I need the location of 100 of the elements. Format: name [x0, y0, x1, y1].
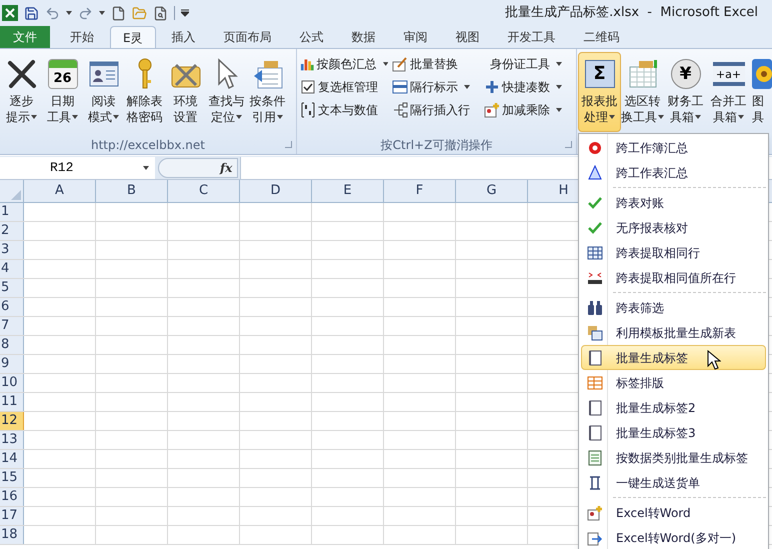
menu-item[interactable]: Excel转Word [581, 500, 766, 525]
checkbox-icon [300, 79, 316, 95]
save-icon[interactable] [24, 6, 39, 20]
key-icon [136, 58, 154, 90]
ribbon-small-button[interactable]: 快捷凑数 [482, 77, 574, 97]
ribbon-small-button[interactable]: 隔行标示 [390, 77, 482, 97]
row-header[interactable]: 18 [0, 526, 24, 544]
row-header[interactable]: 10 [0, 374, 24, 392]
ribbon-button[interactable]: 阅读 模式 [83, 52, 124, 132]
column-header[interactable]: E [312, 180, 384, 202]
ribbon-tab[interactable]: 数据 [338, 26, 390, 48]
ribbon-tab[interactable]: 插入 [158, 26, 210, 48]
document-arrow-icon [587, 530, 603, 546]
menu-item[interactable]: 批量生成标签 [581, 345, 766, 370]
redo-icon[interactable] [78, 6, 93, 20]
ribbon-tab[interactable]: E灵 [110, 26, 156, 48]
column-header[interactable]: C [168, 180, 240, 202]
dialog-launcher-icon[interactable] [565, 141, 572, 148]
ribbon-tab[interactable]: 开始 [56, 26, 108, 48]
ribbon-small-button[interactable]: 加减乘除 [482, 100, 574, 120]
menu-item[interactable]: 按数据类别批量生成标签 [581, 445, 766, 470]
page-icon [587, 350, 603, 366]
row-header[interactable]: 2 [0, 222, 24, 240]
ribbon-button[interactable]: ¥ 财务工 具箱 [664, 52, 707, 132]
ribbon-button[interactable]: 26 日期 工具 [42, 52, 83, 132]
row-header[interactable]: 3 [0, 241, 24, 259]
ribbon-tab[interactable]: 二维码 [570, 26, 634, 48]
row-header[interactable]: 16 [0, 488, 24, 506]
caret-icon [143, 166, 149, 170]
print-preview-icon[interactable] [153, 6, 168, 20]
column-header[interactable]: D [240, 180, 312, 202]
customize-caret-icon[interactable] [181, 9, 189, 17]
row-header[interactable]: 8 [0, 336, 24, 354]
ribbon-tab[interactable]: 页面布局 [210, 26, 286, 48]
ribbon-button[interactable]: 查找与 定位 [206, 52, 247, 132]
name-box[interactable]: R12 [0, 156, 155, 178]
cross-icon [6, 59, 36, 89]
cursor-icon [707, 350, 721, 370]
row-header[interactable]: 1 [0, 203, 24, 221]
row-header[interactable]: 13 [0, 431, 24, 449]
template-icon [587, 324, 603, 340]
menu-item[interactable]: 跨表提取相同行 [581, 240, 766, 265]
ribbon-tab[interactable]: 开发工具 [494, 26, 570, 48]
row-header[interactable]: 17 [0, 507, 24, 525]
menu-item[interactable]: 跨表筛选 [581, 295, 766, 320]
menu-item[interactable]: 跨工作簿汇总 [581, 135, 766, 160]
menu-item[interactable]: 一键生成送货单 [581, 470, 766, 495]
ribbon-button[interactable]: 解除表 格密码 [124, 52, 165, 132]
ribbon-tab[interactable]: 文件 [0, 26, 50, 48]
menu-item[interactable]: 无序报表核对 [581, 215, 766, 240]
caret-icon [99, 11, 105, 15]
insert-function-button[interactable]: fx [216, 158, 236, 178]
column-header[interactable]: A [24, 180, 96, 202]
ribbon-small-button[interactable]: 复选框管理 [298, 77, 390, 97]
ribbon-tab[interactable]: 公式 [286, 26, 338, 48]
ribbon-small-button[interactable]: 文本与数值 [298, 100, 390, 120]
ribbon-button[interactable]: 选区转 换工具 [621, 52, 664, 132]
ribbon-small-button[interactable]: 批量替换 [390, 54, 482, 74]
row-header[interactable]: 15 [0, 469, 24, 487]
ribbon-button[interactable]: +a+ 合并工 具箱 [707, 52, 750, 132]
ribbon-small-button[interactable]: 隔行插入行 [390, 100, 482, 120]
column-header[interactable]: B [96, 180, 168, 202]
check-icon [587, 194, 603, 210]
menu-item[interactable]: 标签排版 [581, 370, 766, 395]
sigma-table-icon: Σ [584, 60, 614, 88]
pointer-icon [216, 58, 238, 90]
ribbon-small-button[interactable]: 身份证工具 [482, 54, 574, 74]
row-header[interactable]: 9 [0, 355, 24, 373]
ribbon-button[interactable]: 按条件 引用 [247, 52, 288, 132]
ribbon-button[interactable]: 环境 设置 [165, 52, 206, 132]
spreadsheet-logo-icon[interactable] [2, 5, 18, 21]
row-header[interactable]: 11 [0, 393, 24, 411]
row-header[interactable]: 6 [0, 298, 24, 316]
menu-item[interactable]: 利用模板批量生成新表 [581, 320, 766, 345]
ribbon-button[interactable]: Σ 报表批 处理 [578, 52, 621, 132]
resize-handle[interactable] [158, 158, 238, 178]
field-icon: +a+ [712, 62, 744, 86]
column-header[interactable]: G [456, 180, 528, 202]
dialog-launcher-icon[interactable] [285, 141, 292, 148]
menu-item[interactable]: 批量生成标签3 [581, 420, 766, 445]
ribbon-button[interactable]: 图 具 [750, 52, 772, 132]
menu-item[interactable]: Excel转Word(多对一) [581, 525, 766, 549]
row-header[interactable]: 5 [0, 279, 24, 297]
pen-icon [392, 56, 408, 72]
ribbon-tab[interactable]: 视图 [442, 26, 494, 48]
folder-icon[interactable] [132, 6, 147, 20]
row-header[interactable]: 12 [0, 412, 24, 430]
row-header[interactable]: 7 [0, 317, 24, 335]
ribbon-button[interactable]: 逐步 提示 [1, 52, 42, 132]
ribbon-small-button[interactable]: 按颜色汇总 [298, 54, 390, 74]
ribbon-tab[interactable]: 审阅 [390, 26, 442, 48]
undo-icon[interactable] [45, 6, 60, 20]
group-label: 按Ctrl+Z可撤消操作 [380, 137, 492, 154]
table-icon [587, 244, 603, 260]
new-file-icon[interactable] [111, 6, 126, 20]
menu-item[interactable]: 跨表提取相同值所在行 [581, 265, 766, 290]
row-header[interactable]: 14 [0, 450, 24, 468]
row-header[interactable]: 4 [0, 260, 24, 278]
column-header[interactable]: F [384, 180, 456, 202]
menu-item[interactable]: 批量生成标签2 [581, 395, 766, 420]
